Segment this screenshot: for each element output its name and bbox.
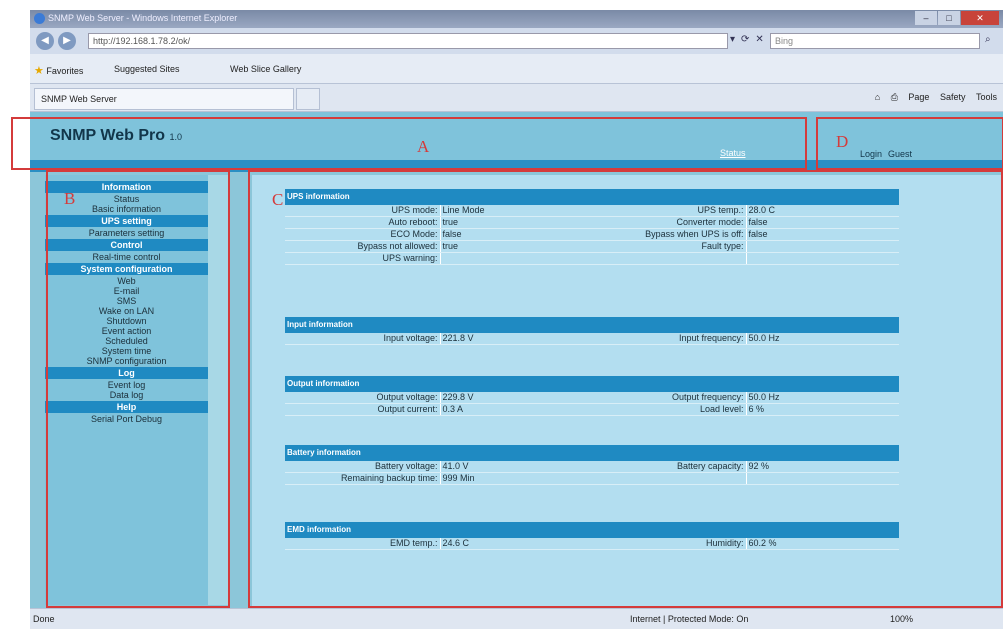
status-text: Done — [33, 614, 55, 624]
cmd-safety[interactable]: Safety — [940, 92, 966, 102]
fav-suggested-sites[interactable]: Suggested Sites — [114, 64, 180, 74]
close-window-button[interactable]: ✕ — [961, 11, 999, 25]
maximize-button[interactable]: □ — [938, 11, 960, 25]
region-b-label: B — [64, 189, 76, 208]
favorites-label: Favorites — [46, 66, 84, 76]
region-a-label: A — [417, 137, 430, 156]
region-a-outline — [11, 117, 807, 170]
home-icon[interactable]: ⌂ — [875, 92, 880, 102]
zoom-level[interactable]: 100% — [890, 614, 913, 624]
forward-button[interactable]: ▶ — [58, 32, 76, 50]
search-icon[interactable]: ⌕ — [985, 34, 991, 45]
internet-explorer-icon — [34, 13, 45, 24]
minimize-button[interactable]: – — [915, 11, 937, 25]
print-icon[interactable]: ⎙ — [891, 92, 898, 102]
cmd-page[interactable]: Page — [908, 92, 929, 102]
region-b-outline — [46, 170, 230, 608]
address-row: ◀ ▶ http://192.168.1.78.2/ok/ ▾⟳✕ Bing ⌕ — [30, 28, 1003, 54]
region-c-label: C — [272, 190, 284, 209]
refresh-stop-icons[interactable]: ▾⟳✕ — [730, 34, 770, 45]
window-title: SNMP Web Server - Windows Internet Explo… — [48, 13, 238, 23]
command-bar: ⌂ ⎙ Page Safety Tools — [867, 92, 997, 103]
search-input[interactable]: Bing — [770, 33, 980, 49]
favorites-button[interactable]: ★ Favorites — [34, 64, 83, 77]
security-zone: Internet | Protected Mode: On — [630, 614, 749, 624]
window-controls: – □ ✕ — [915, 11, 999, 25]
favorites-bar: ★ Favorites Suggested Sites Web Slice Ga… — [30, 54, 1003, 84]
browser-tab[interactable]: SNMP Web Server — [34, 88, 294, 110]
browser-status-bar: Done Internet | Protected Mode: On 100% — [30, 608, 1003, 629]
address-bar[interactable]: http://192.168.1.78.2/ok/ — [88, 33, 728, 49]
star-icon: ★ — [34, 65, 44, 77]
new-tab-button[interactable] — [296, 88, 320, 110]
back-button[interactable]: ◀ — [36, 32, 54, 50]
fav-web-slice-gallery[interactable]: Web Slice Gallery — [230, 64, 301, 74]
tab-row: SNMP Web Server ⌂ ⎙ Page Safety Tools — [30, 84, 1003, 112]
region-c-outline — [248, 170, 1003, 608]
region-d-label: D — [836, 132, 849, 151]
cmd-tools[interactable]: Tools — [976, 92, 997, 102]
window-title-bar: SNMP Web Server - Windows Internet Explo… — [30, 10, 1003, 28]
